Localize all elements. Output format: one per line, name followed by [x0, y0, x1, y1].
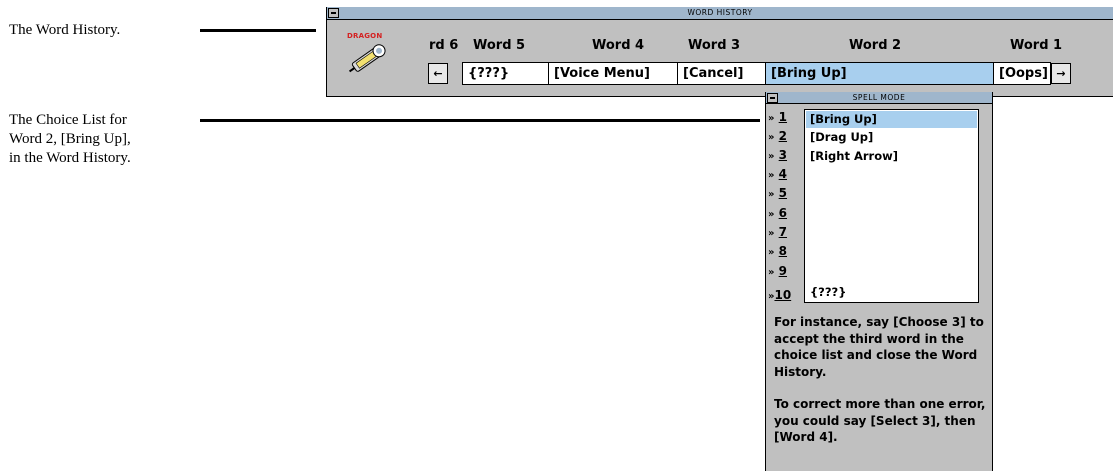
- word-history-leader-line: [200, 29, 316, 32]
- choice-number-9[interactable]: » 9: [768, 264, 802, 280]
- header-word-5: Word 5: [473, 38, 526, 53]
- instruction-paragraph-2: To correct more than one error, you coul…: [774, 397, 986, 444]
- scroll-left-button[interactable]: ←: [428, 63, 448, 84]
- choice-number-1[interactable]: » 1: [768, 110, 802, 126]
- choice-list-caption: The Choice List for Word 2, [Bring Up], …: [9, 111, 131, 168]
- left-arrow-icon: ←: [433, 67, 443, 80]
- spell-mode-instructions: For instance, say [Choose 3] to accept t…: [774, 314, 990, 462]
- word-2-slot-selected[interactable]: [Bring Up]: [765, 62, 994, 85]
- spell-mode-titlebar[interactable]: SPELL MODE: [766, 92, 992, 104]
- choice-number-4[interactable]: » 4: [768, 167, 802, 183]
- choice-number-5[interactable]: » 5: [768, 186, 802, 202]
- header-word-6: rd 6: [429, 38, 459, 53]
- header-word-2: Word 2: [849, 38, 902, 53]
- choice-list-caption-line-1: The Choice List for: [9, 112, 127, 128]
- choice-number-7[interactable]: » 7: [768, 225, 802, 241]
- choice-list[interactable]: [Bring Up] [Drag Up] [Right Arrow] {???}: [804, 109, 979, 303]
- choice-list-caption-line-3: in the Word History.: [9, 150, 131, 166]
- choice-item-2[interactable]: [Drag Up]: [806, 129, 977, 146]
- choice-item-3[interactable]: [Right Arrow]: [806, 148, 977, 165]
- spell-mode-window: SPELL MODE » 1 » 2 » 3 » 4 » 5 » 6 » 7 »…: [765, 92, 993, 471]
- choice-item-1[interactable]: [Bring Up]: [806, 111, 977, 128]
- word-1-slot[interactable]: [Oops]: [993, 62, 1051, 85]
- scroll-right-button[interactable]: →: [1051, 63, 1071, 84]
- spell-mode-title: SPELL MODE: [852, 93, 906, 102]
- choice-number-8[interactable]: » 8: [768, 244, 802, 260]
- word-history-titlebar[interactable]: WORD HISTORY: [327, 7, 1113, 20]
- choice-number-3[interactable]: » 3: [768, 148, 802, 164]
- word-4-slot[interactable]: [Voice Menu]: [548, 62, 678, 85]
- word-3-slot[interactable]: [Cancel]: [677, 62, 766, 85]
- choice-number-10[interactable]: »10: [768, 288, 802, 304]
- word-history-caption: The Word History.: [9, 22, 121, 38]
- header-word-4: Word 4: [592, 38, 645, 53]
- dragon-logo-text: DRAGON: [347, 32, 383, 40]
- right-arrow-icon: →: [1056, 67, 1066, 80]
- choice-item-10[interactable]: {???}: [806, 284, 977, 301]
- word-history-window: WORD HISTORY DRAGON rd 6 Word 5 Word 4 W…: [326, 7, 1113, 97]
- choice-number-2[interactable]: » 2: [768, 129, 802, 145]
- choice-number-6[interactable]: » 6: [768, 206, 802, 222]
- word-history-title: WORD HISTORY: [687, 8, 753, 17]
- choice-list-caption-line-2: Word 2, [Bring Up],: [9, 131, 131, 147]
- header-word-1: Word 1: [1010, 38, 1063, 53]
- header-word-3: Word 3: [688, 38, 741, 53]
- instruction-paragraph-1: For instance, say [Choose 3] to accept t…: [774, 315, 984, 379]
- choice-list-leader-line: [200, 119, 760, 122]
- word-5-slot[interactable]: {???}: [462, 62, 549, 85]
